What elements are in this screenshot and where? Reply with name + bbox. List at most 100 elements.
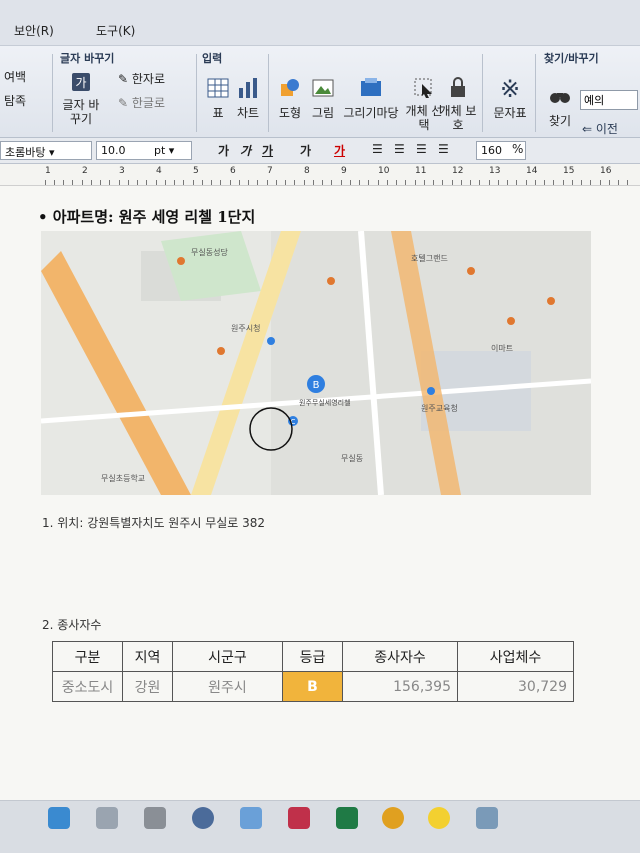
menu-security[interactable]: 보안(R) [14, 22, 54, 39]
header-region: 지역 [122, 641, 173, 672]
cell-businesses[interactable]: 30,729 [457, 671, 574, 702]
map-label: 원주교육청 [421, 404, 458, 413]
excel-icon[interactable] [336, 807, 358, 829]
table-icon [206, 76, 230, 100]
ruler-tick [590, 180, 591, 185]
char-replace-group-title: 글자 바꾸기 [60, 52, 115, 65]
calculator-icon[interactable] [240, 807, 262, 829]
margin-button[interactable]: 여백 [4, 68, 26, 85]
ruler-tick [544, 180, 545, 185]
access-icon[interactable] [288, 807, 310, 829]
ruler-tick [294, 180, 295, 185]
draw-icon [359, 76, 383, 100]
align-left-icon[interactable]: ☰ [394, 142, 405, 156]
ruler-tick [498, 180, 499, 185]
employees-heading: 2. 종사자수 [42, 618, 102, 632]
unit-select[interactable]: pt ▾ [150, 141, 192, 160]
find-input[interactable] [580, 90, 638, 110]
ruler-tick [119, 180, 120, 185]
italic-button[interactable]: 가 [240, 142, 251, 159]
align-center-icon[interactable]: ☰ [416, 142, 427, 156]
ruler-tick [405, 180, 406, 185]
printer-icon[interactable] [96, 807, 118, 829]
align-right-icon[interactable]: ☰ [438, 142, 449, 156]
charmap-button[interactable]: ※ 문자표 [490, 75, 530, 121]
ruler-tick [526, 180, 527, 185]
chart-button[interactable]: 차트 [228, 76, 268, 121]
ruler-tick [572, 180, 573, 185]
ruler-number: 4 [156, 166, 162, 176]
map-marker-b[interactable]: B [313, 380, 320, 391]
cell-grade[interactable]: B [282, 671, 343, 702]
store-icon[interactable] [48, 807, 70, 829]
cell-city[interactable]: 원주시 [172, 671, 283, 702]
binoculars-icon [548, 84, 572, 108]
ruler-tick [627, 180, 628, 185]
find-prev-button[interactable]: ⇐ 이전 [582, 120, 618, 137]
align-justify-icon[interactable]: ☰ [372, 142, 383, 156]
tab-button[interactable]: 탐족 [4, 92, 26, 109]
ruler-number: 12 [452, 166, 464, 176]
asterisk-icon: ※ [498, 75, 522, 103]
style-select[interactable]: 초롬바탕 ▾ [0, 141, 92, 160]
ruler-tick [359, 180, 360, 185]
ruler-tick [322, 180, 323, 185]
find-button[interactable]: 찾기 [540, 84, 580, 129]
ruler-tick [146, 180, 147, 185]
ruler-tick [313, 180, 314, 185]
cell-employees[interactable]: 156,395 [342, 671, 458, 702]
hangul-button[interactable]: ✎ 한글로 [118, 94, 165, 111]
map-label: 이마트 [491, 343, 513, 353]
shape-icon [278, 76, 302, 100]
ruler-tick [535, 180, 536, 185]
ruler-tick [433, 180, 434, 185]
chrome-icon[interactable] [382, 807, 404, 829]
font-color-button[interactable]: 가 [334, 142, 345, 159]
ruler-tick [82, 180, 83, 185]
ruler-number: 11 [415, 166, 427, 176]
menu-tools[interactable]: 도구(K) [96, 22, 135, 39]
location-line: 1. 위치: 강원특별자치도 원주시 무실로 382 [42, 516, 266, 530]
picture-button[interactable]: 그림 [303, 76, 343, 121]
ruler-tick [193, 180, 194, 185]
ruler-tick [257, 180, 258, 185]
bold-button[interactable]: 가 [218, 142, 229, 159]
hanja-button[interactable]: ✎ 한자로 [118, 70, 165, 87]
svg-text:※: ※ [500, 76, 520, 100]
kakaotalk-icon[interactable] [428, 807, 450, 829]
draw-button[interactable]: 그리기마당 [340, 76, 402, 121]
ruler-number: 5 [193, 166, 199, 176]
header-type: 구분 [52, 641, 123, 672]
ruler-tick [331, 180, 332, 185]
ruler-tick [202, 180, 203, 185]
app-icon[interactable] [144, 807, 166, 829]
ruler-tick [452, 180, 453, 185]
ruler-number: 6 [230, 166, 236, 176]
map-label: 원주무실세영리첼 [299, 398, 351, 407]
ruler-tick [563, 180, 564, 185]
char-replace-icon: 가 [69, 70, 93, 94]
font-size-input[interactable]: 10.0 [96, 141, 158, 160]
map-label: 무실초등학교 [101, 473, 145, 483]
ruler-tick [156, 180, 157, 185]
ruler-number: 14 [526, 166, 538, 176]
map-label: 원주시청 [231, 324, 260, 333]
ruler-tick [100, 180, 101, 185]
ruler-tick [600, 180, 601, 185]
strike-button[interactable]: 가 [300, 142, 311, 159]
ruler-number: 1 [45, 166, 51, 176]
ruler-number: 13 [489, 166, 501, 176]
cell-type[interactable]: 중소도시 [52, 671, 123, 702]
ruler-tick [109, 180, 110, 185]
globe-icon[interactable] [192, 807, 214, 829]
cell-region[interactable]: 강원 [122, 671, 173, 702]
insert-group-title: 입력 [202, 52, 223, 65]
map-label: 호텔그랜드 [411, 253, 448, 263]
ruler-tick [72, 180, 73, 185]
header-businesses: 사업체수 [457, 641, 574, 672]
hwp-icon[interactable] [476, 807, 498, 829]
char-replace-button[interactable]: 가 글자 바꾸기 [58, 70, 104, 126]
object-protect-button[interactable]: 개체 보호 [438, 76, 478, 132]
underline-button[interactable]: 가 [262, 142, 273, 159]
ruler-tick [91, 180, 92, 185]
